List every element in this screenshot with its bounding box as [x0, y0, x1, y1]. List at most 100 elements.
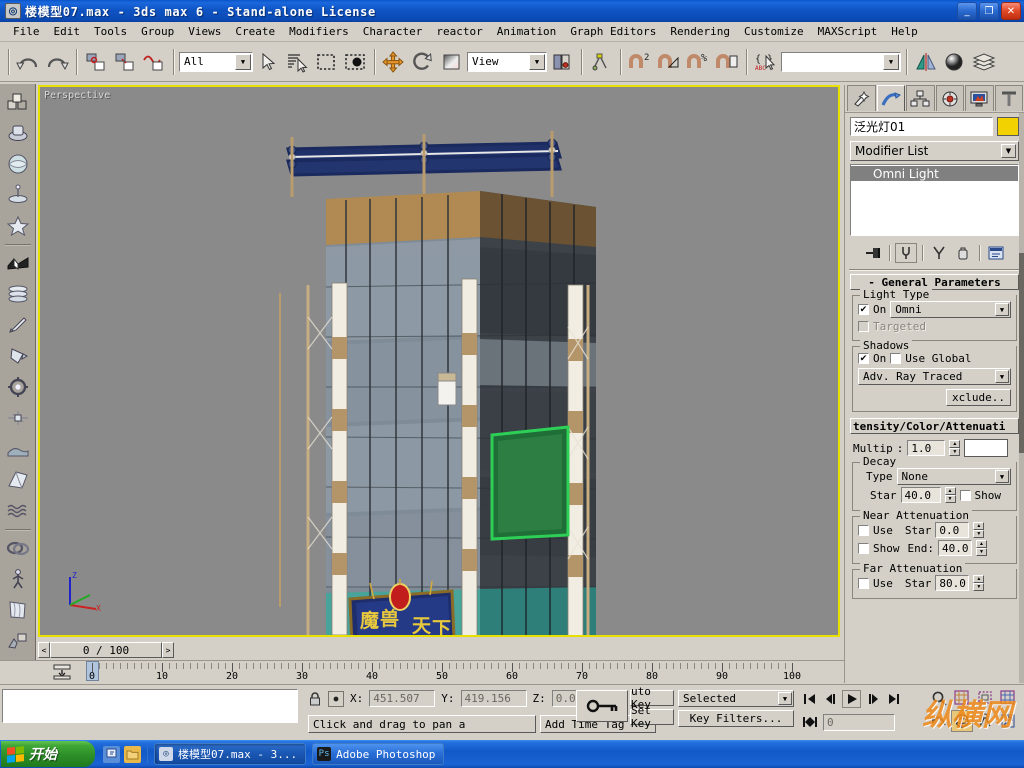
modifier-list-dropdown[interactable]: Modifier List ▼ — [850, 141, 1019, 161]
modifiers-edit-icon[interactable] — [2, 310, 33, 340]
menu-views[interactable]: Views — [181, 23, 228, 40]
space-warps-icon[interactable] — [2, 403, 33, 433]
named-selection-set-combo[interactable]: ▼ — [781, 51, 901, 72]
named-selection-sets-icon[interactable]: { } ABC — [752, 46, 780, 77]
chevron-down-icon[interactable]: ▼ — [883, 53, 899, 70]
snap-toggle-icon[interactable]: 2 — [626, 46, 654, 77]
set-key-button[interactable]: Set Key — [630, 704, 674, 730]
multiplier-field[interactable]: 1.0 — [907, 440, 946, 456]
spinner-snap-icon[interactable] — [713, 46, 741, 77]
select-by-name-icon[interactable] — [283, 46, 311, 77]
mirror-icon[interactable] — [912, 46, 940, 77]
open-mini-curve-editor-icon[interactable] — [50, 663, 74, 681]
select-and-rotate-icon[interactable] — [409, 46, 437, 77]
lights-cameras-icon[interactable] — [2, 341, 33, 371]
hierarchy-tab-icon[interactable] — [906, 85, 935, 111]
align-icon[interactable] — [587, 46, 615, 77]
near-use-checkbox[interactable] — [858, 524, 869, 536]
light-type-dropdown[interactable]: Omni ▼ — [890, 301, 1011, 318]
menu-modifiers[interactable]: Modifiers — [282, 23, 356, 40]
select-and-link-icon[interactable] — [82, 46, 110, 77]
key-mode-toggle-icon[interactable] — [800, 713, 819, 731]
undo-icon[interactable] — [14, 46, 42, 77]
menu-customize[interactable]: Customize — [737, 23, 811, 40]
near-end-field[interactable]: 40.0 — [938, 540, 972, 556]
track-bar[interactable]: 0 10 20 30 40 50 60 70 80 90 100 — [0, 660, 844, 682]
menu-maxscript[interactable]: MAXScript — [811, 23, 885, 40]
minimize-button[interactable]: _ — [957, 2, 977, 20]
play-animation-icon[interactable] — [842, 690, 861, 708]
character-icon[interactable] — [2, 564, 33, 594]
close-button[interactable]: ✕ — [1001, 2, 1021, 20]
snapshot-icon[interactable] — [2, 465, 33, 495]
rectangular-selection-region-icon[interactable] — [312, 46, 340, 77]
unlink-selection-icon[interactable] — [111, 46, 139, 77]
decay-start-spinner[interactable]: ▲ ▼ — [944, 487, 956, 503]
create-tab-icon[interactable] — [847, 85, 876, 111]
modifier-stack-item[interactable]: Omni Light — [851, 166, 1018, 181]
decay-type-dropdown[interactable]: None ▼ — [896, 468, 1011, 485]
zoom-all-icon[interactable] — [951, 687, 973, 709]
x-field[interactable]: 451.507 — [369, 690, 436, 707]
loft-objects-icon[interactable] — [2, 279, 33, 309]
zoom-icon[interactable] — [928, 687, 950, 709]
redo-icon[interactable] — [43, 46, 71, 77]
menu-rendering[interactable]: Rendering — [663, 23, 737, 40]
arc-rotate-icon[interactable] — [951, 710, 973, 732]
go-to-start-icon[interactable] — [800, 690, 819, 708]
absolute-mode-transform-type-in-icon[interactable] — [328, 690, 344, 707]
object-name-field[interactable]: 泛光灯01 — [850, 117, 993, 136]
particles-icon[interactable] — [2, 180, 33, 210]
selection-filter-combo[interactable]: All ▼ — [179, 51, 253, 72]
configure-modifier-sets-icon[interactable] — [985, 243, 1007, 263]
far-start-spinner[interactable]: ▲ ▼ — [973, 575, 985, 591]
make-unique-icon[interactable] — [928, 243, 950, 263]
patch-grids-icon[interactable] — [2, 211, 33, 241]
menu-tools[interactable]: Tools — [87, 23, 134, 40]
far-use-checkbox[interactable] — [858, 577, 869, 589]
compound-objects-icon[interactable] — [2, 149, 33, 179]
percent-snap-icon[interactable]: % — [684, 46, 712, 77]
pin-stack-icon[interactable] — [862, 243, 884, 263]
maximize-button[interactable]: ❐ — [979, 2, 999, 20]
folder-icon[interactable] — [124, 745, 141, 763]
field-of-view-icon[interactable] — [974, 710, 996, 732]
extended-primitives-icon[interactable] — [2, 118, 33, 148]
nurbs-surfaces-icon[interactable] — [2, 248, 33, 278]
previous-frame-button[interactable]: < — [38, 642, 50, 658]
render-utilities-icon[interactable] — [2, 434, 33, 464]
helpers-icon[interactable] — [2, 372, 33, 402]
standard-primitives-icon[interactable] — [2, 87, 33, 117]
key-filter-dropdown[interactable]: Selected ▼ — [678, 690, 794, 707]
display-tab-icon[interactable] — [965, 85, 994, 111]
next-frame-button[interactable]: > — [162, 642, 174, 658]
wave-deform-icon[interactable] — [2, 496, 33, 526]
menu-help[interactable]: Help — [884, 23, 925, 40]
light-on-checkbox[interactable]: ✔ — [858, 304, 869, 315]
motion-tab-icon[interactable] — [935, 85, 964, 111]
zoom-region-icon[interactable] — [997, 687, 1019, 709]
near-start-field[interactable]: 0.0 — [935, 522, 970, 538]
menu-file[interactable]: File — [6, 23, 47, 40]
remove-modifier-icon[interactable] — [952, 243, 974, 263]
modifier-stack[interactable]: Omni Light — [850, 164, 1019, 236]
show-desktop-icon[interactable] — [103, 745, 120, 763]
shadow-on-checkbox[interactable]: ✔ — [858, 353, 869, 364]
playback-frame-field[interactable]: 0 — [823, 713, 895, 731]
use-global-checkbox[interactable] — [890, 353, 902, 364]
chevron-down-icon[interactable]: ▼ — [529, 53, 545, 70]
y-field[interactable]: 419.156 — [460, 690, 527, 707]
object-color-swatch[interactable] — [997, 117, 1019, 136]
scrollbar-thumb[interactable] — [1019, 253, 1024, 453]
materials-icon[interactable] — [2, 626, 33, 656]
perspective-viewport[interactable]: 魔 兽 天 下 Perspective Z X — [38, 85, 840, 637]
chevron-down-icon[interactable]: ▼ — [995, 370, 1009, 383]
min-max-toggle-icon[interactable] — [997, 710, 1019, 732]
menu-graph-editors[interactable]: Graph Editors — [563, 23, 663, 40]
render-scene-icon[interactable] — [970, 46, 998, 77]
near-start-spinner[interactable]: ▲ ▼ — [973, 522, 985, 538]
chevron-down-icon[interactable]: ▼ — [778, 692, 792, 705]
chevron-down-icon[interactable]: ▼ — [1001, 144, 1016, 158]
go-to-end-icon[interactable] — [884, 690, 903, 708]
select-and-move-icon[interactable] — [380, 46, 408, 77]
